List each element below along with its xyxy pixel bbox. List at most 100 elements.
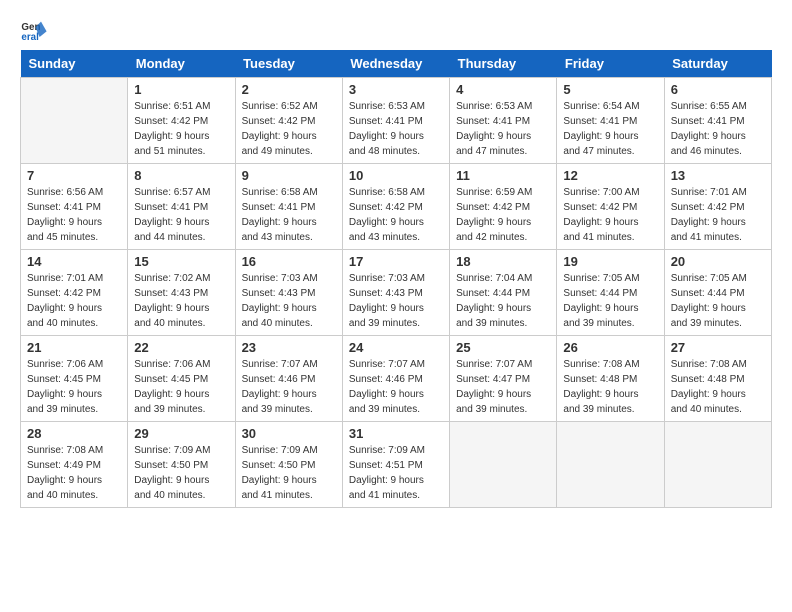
day-number: 10 <box>349 168 443 183</box>
day-number: 6 <box>671 82 765 97</box>
day-number: 24 <box>349 340 443 355</box>
day-info: Sunrise: 7:09 AMSunset: 4:51 PMDaylight:… <box>349 443 443 503</box>
calendar-cell: 5 Sunrise: 6:54 AMSunset: 4:41 PMDaylight… <box>557 78 664 164</box>
day-info: Sunrise: 7:00 AMSunset: 4:42 PMDaylight:… <box>563 185 657 245</box>
day-number: 29 <box>134 426 228 441</box>
weekday-header-tuesday: Tuesday <box>235 50 342 78</box>
day-info: Sunrise: 7:07 AMSunset: 4:47 PMDaylight:… <box>456 357 550 417</box>
day-info: Sunrise: 7:06 AMSunset: 4:45 PMDaylight:… <box>27 357 121 417</box>
calendar-cell: 4 Sunrise: 6:53 AMSunset: 4:41 PMDaylight… <box>450 78 557 164</box>
week-row-1: 1Sunrise: 6:51 AMSunset: 4:42 PMDaylight… <box>21 78 772 164</box>
day-number: 25 <box>456 340 550 355</box>
day-number: 13 <box>671 168 765 183</box>
calendar-cell: 17 Sunrise: 7:03 AMSunset: 4:43 PMDayligh… <box>342 250 449 336</box>
calendar-cell: 6 Sunrise: 6:55 AMSunset: 4:41 PMDaylight… <box>664 78 771 164</box>
week-row-2: 7 Sunrise: 6:56 AMSunset: 4:41 PMDaylight… <box>21 164 772 250</box>
day-info: Sunrise: 7:09 AMSunset: 4:50 PMDaylight:… <box>242 443 336 503</box>
header-row: Gen eral <box>20 16 772 44</box>
day-info: Sunrise: 6:57 AMSunset: 4:41 PMDaylight:… <box>134 185 228 245</box>
week-row-3: 14Sunrise: 7:01 AMSunset: 4:42 PMDayligh… <box>21 250 772 336</box>
day-number: 19 <box>563 254 657 269</box>
calendar-cell <box>664 422 771 508</box>
calendar-cell: 11 Sunrise: 6:59 AMSunset: 4:42 PMDayligh… <box>450 164 557 250</box>
day-info: Sunrise: 7:05 AMSunset: 4:44 PMDaylight:… <box>671 271 765 331</box>
calendar-cell: 23Sunrise: 7:07 AMSunset: 4:46 PMDayligh… <box>235 336 342 422</box>
calendar-cell: 3Sunrise: 6:53 AMSunset: 4:41 PMDaylight… <box>342 78 449 164</box>
day-info: Sunrise: 7:02 AMSunset: 4:43 PMDaylight:… <box>134 271 228 331</box>
day-number: 11 <box>456 168 550 183</box>
day-info: Sunrise: 7:09 AMSunset: 4:50 PMDaylight:… <box>134 443 228 503</box>
day-number: 5 <box>563 82 657 97</box>
day-info: Sunrise: 6:52 AMSunset: 4:42 PMDaylight:… <box>242 99 336 159</box>
calendar-cell: 30 Sunrise: 7:09 AMSunset: 4:50 PMDayligh… <box>235 422 342 508</box>
calendar-cell: 7 Sunrise: 6:56 AMSunset: 4:41 PMDaylight… <box>21 164 128 250</box>
calendar-cell <box>21 78 128 164</box>
svg-text:eral: eral <box>21 32 39 43</box>
week-row-4: 21 Sunrise: 7:06 AMSunset: 4:45 PMDayligh… <box>21 336 772 422</box>
calendar-cell: 12 Sunrise: 7:00 AMSunset: 4:42 PMDayligh… <box>557 164 664 250</box>
day-info: Sunrise: 6:56 AMSunset: 4:41 PMDaylight:… <box>27 185 121 245</box>
calendar-cell: 20Sunrise: 7:05 AMSunset: 4:44 PMDayligh… <box>664 250 771 336</box>
calendar-cell: 31Sunrise: 7:09 AMSunset: 4:51 PMDayligh… <box>342 422 449 508</box>
day-info: Sunrise: 7:05 AMSunset: 4:44 PMDaylight:… <box>563 271 657 331</box>
day-number: 4 <box>456 82 550 97</box>
day-number: 30 <box>242 426 336 441</box>
day-number: 27 <box>671 340 765 355</box>
calendar-cell: 9Sunrise: 6:58 AMSunset: 4:41 PMDaylight… <box>235 164 342 250</box>
weekday-header-sunday: Sunday <box>21 50 128 78</box>
weekday-header-thursday: Thursday <box>450 50 557 78</box>
calendar-cell: 28Sunrise: 7:08 AMSunset: 4:49 PMDayligh… <box>21 422 128 508</box>
day-number: 8 <box>134 168 228 183</box>
calendar-cell: 16 Sunrise: 7:03 AMSunset: 4:43 PMDayligh… <box>235 250 342 336</box>
day-number: 28 <box>27 426 121 441</box>
day-number: 15 <box>134 254 228 269</box>
day-info: Sunrise: 6:59 AMSunset: 4:42 PMDaylight:… <box>456 185 550 245</box>
day-info: Sunrise: 6:53 AMSunset: 4:41 PMDaylight:… <box>456 99 550 159</box>
day-info: Sunrise: 6:54 AMSunset: 4:41 PMDaylight:… <box>563 99 657 159</box>
calendar-cell <box>450 422 557 508</box>
calendar-cell <box>557 422 664 508</box>
day-number: 7 <box>27 168 121 183</box>
calendar-cell: 29 Sunrise: 7:09 AMSunset: 4:50 PMDayligh… <box>128 422 235 508</box>
day-number: 22 <box>134 340 228 355</box>
calendar-cell: 1Sunrise: 6:51 AMSunset: 4:42 PMDaylight… <box>128 78 235 164</box>
calendar-cell: 22 Sunrise: 7:06 AMSunset: 4:45 PMDayligh… <box>128 336 235 422</box>
calendar-cell: 10 Sunrise: 6:58 AMSunset: 4:42 PMDayligh… <box>342 164 449 250</box>
day-number: 17 <box>349 254 443 269</box>
day-info: Sunrise: 7:03 AMSunset: 4:43 PMDaylight:… <box>242 271 336 331</box>
day-number: 1 <box>134 82 228 97</box>
weekday-header-friday: Friday <box>557 50 664 78</box>
day-info: Sunrise: 7:06 AMSunset: 4:45 PMDaylight:… <box>134 357 228 417</box>
day-info: Sunrise: 7:03 AMSunset: 4:43 PMDaylight:… <box>349 271 443 331</box>
day-number: 12 <box>563 168 657 183</box>
day-number: 16 <box>242 254 336 269</box>
calendar-cell: 19 Sunrise: 7:05 AMSunset: 4:44 PMDayligh… <box>557 250 664 336</box>
day-info: Sunrise: 6:55 AMSunset: 4:41 PMDaylight:… <box>671 99 765 159</box>
calendar-cell: 15 Sunrise: 7:02 AMSunset: 4:43 PMDayligh… <box>128 250 235 336</box>
calendar-cell: 24 Sunrise: 7:07 AMSunset: 4:46 PMDayligh… <box>342 336 449 422</box>
weekday-header-row: SundayMondayTuesdayWednesdayThursdayFrid… <box>21 50 772 78</box>
day-number: 9 <box>242 168 336 183</box>
calendar-table: SundayMondayTuesdayWednesdayThursdayFrid… <box>20 50 772 508</box>
week-row-5: 28Sunrise: 7:08 AMSunset: 4:49 PMDayligh… <box>21 422 772 508</box>
day-info: Sunrise: 7:07 AMSunset: 4:46 PMDaylight:… <box>242 357 336 417</box>
calendar-cell: 21 Sunrise: 7:06 AMSunset: 4:45 PMDayligh… <box>21 336 128 422</box>
weekday-header-saturday: Saturday <box>664 50 771 78</box>
logo-icon: Gen eral <box>20 16 48 44</box>
calendar-cell: 14Sunrise: 7:01 AMSunset: 4:42 PMDayligh… <box>21 250 128 336</box>
day-info: Sunrise: 7:07 AMSunset: 4:46 PMDaylight:… <box>349 357 443 417</box>
calendar-cell: 25 Sunrise: 7:07 AMSunset: 4:47 PMDayligh… <box>450 336 557 422</box>
calendar-cell: 8 Sunrise: 6:57 AMSunset: 4:41 PMDaylight… <box>128 164 235 250</box>
day-info: Sunrise: 6:53 AMSunset: 4:41 PMDaylight:… <box>349 99 443 159</box>
calendar-cell: 26Sunrise: 7:08 AMSunset: 4:48 PMDayligh… <box>557 336 664 422</box>
page-container: Gen eral SundayMondayTuesdayWednesdayThu… <box>0 0 792 518</box>
calendar-cell: 2 Sunrise: 6:52 AMSunset: 4:42 PMDaylight… <box>235 78 342 164</box>
day-number: 2 <box>242 82 336 97</box>
day-number: 21 <box>27 340 121 355</box>
day-info: Sunrise: 6:58 AMSunset: 4:42 PMDaylight:… <box>349 185 443 245</box>
day-info: Sunrise: 7:08 AMSunset: 4:48 PMDaylight:… <box>563 357 657 417</box>
day-number: 14 <box>27 254 121 269</box>
day-info: Sunrise: 7:04 AMSunset: 4:44 PMDaylight:… <box>456 271 550 331</box>
calendar-cell: 27Sunrise: 7:08 AMSunset: 4:48 PMDayligh… <box>664 336 771 422</box>
weekday-header-monday: Monday <box>128 50 235 78</box>
